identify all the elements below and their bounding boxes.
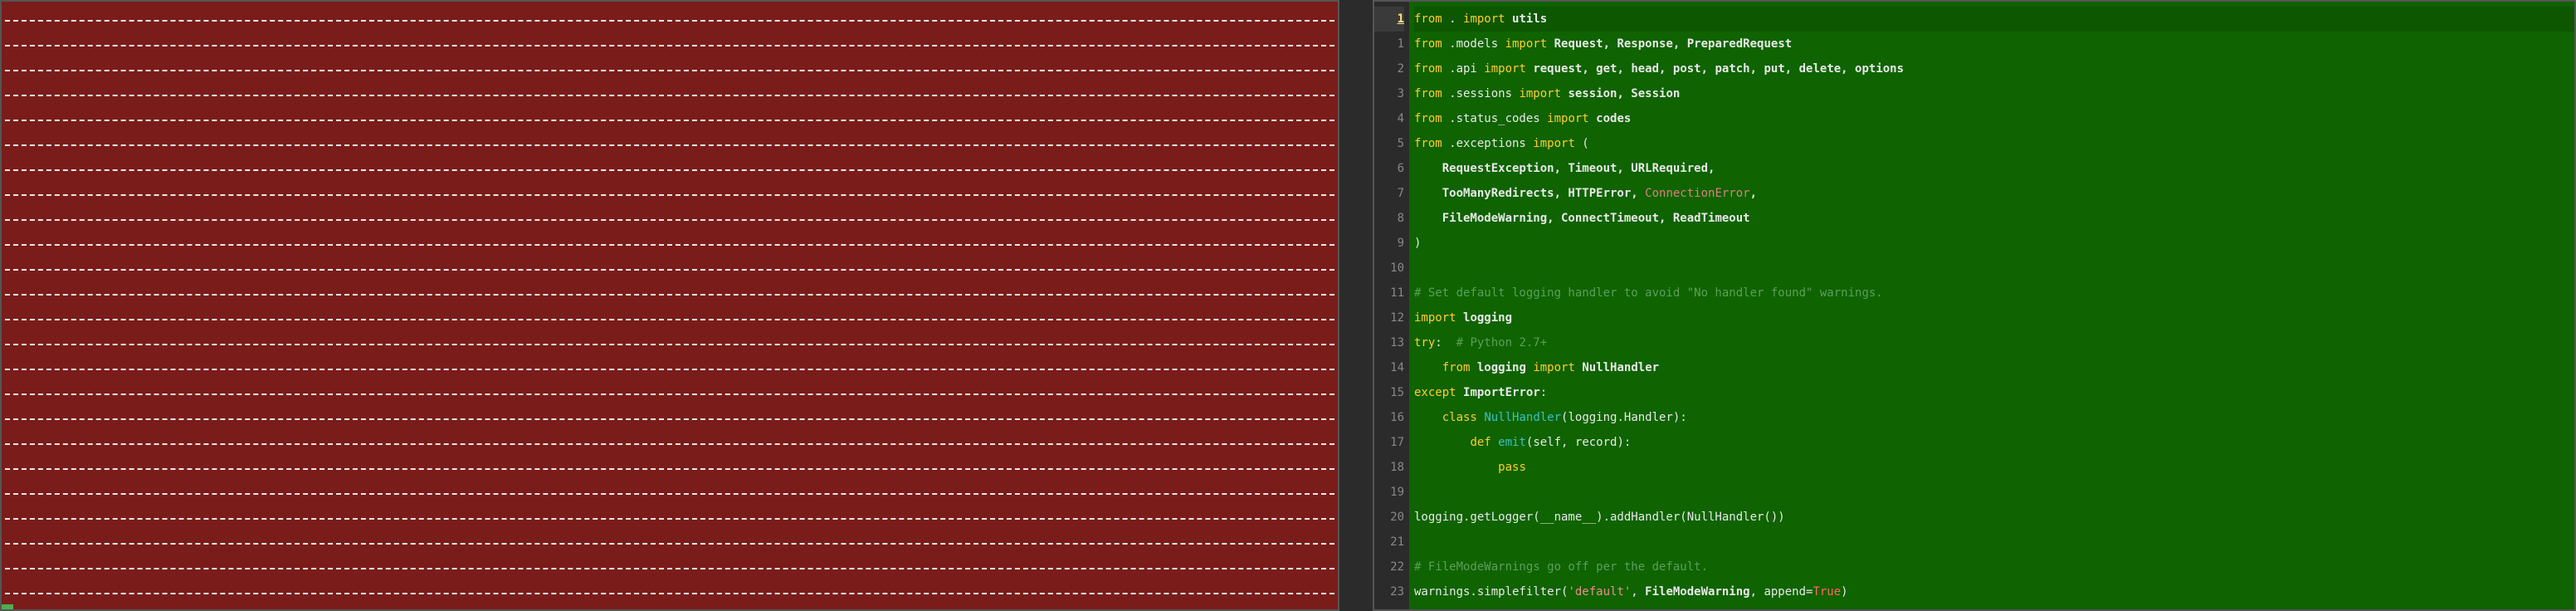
code-line[interactable]: class NullHandler(logging.Handler): — [1414, 405, 2574, 430]
line-number: 7 — [1374, 181, 1404, 206]
line-number: 17 — [1374, 430, 1404, 455]
line-number: 22 — [1374, 555, 1404, 579]
code-line[interactable] — [1414, 480, 2574, 505]
line-number: 2 — [1374, 56, 1404, 81]
code-line[interactable]: pass — [1414, 455, 2574, 480]
line-number: 23 — [1374, 579, 1404, 604]
line-number: 11 — [1374, 281, 1404, 306]
code-line[interactable]: TooManyRedirects, HTTPError, ConnectionE… — [1414, 181, 2574, 206]
line-number: 1 — [1374, 7, 1404, 32]
dashed-placeholder-row — [2, 232, 1338, 257]
line-number: 5 — [1374, 131, 1404, 156]
code-line[interactable]: from .status_codes import codes — [1414, 106, 2574, 131]
line-number: 21 — [1374, 530, 1404, 555]
dashed-placeholder-row — [2, 183, 1338, 208]
dashed-placeholder-row — [2, 382, 1338, 407]
code-line[interactable]: from .api import request, get, head, pos… — [1414, 56, 2574, 81]
dashed-placeholder-row — [2, 257, 1338, 282]
line-number: 6 — [1374, 156, 1404, 181]
code-line[interactable]: # FileModeWarnings go off per the defaul… — [1414, 555, 2574, 579]
dashed-placeholder-row — [2, 481, 1338, 506]
line-number: 14 — [1374, 355, 1404, 380]
dashed-placeholder-row — [2, 407, 1338, 432]
line-number: 19 — [1374, 480, 1404, 505]
left-cursor-indicator — [2, 604, 13, 609]
line-number: 3 — [1374, 81, 1404, 106]
line-number: 9 — [1374, 231, 1404, 256]
code-line[interactable]: # Set default logging handler to avoid "… — [1414, 281, 2574, 306]
code-line[interactable]: logging.getLogger(__name__).addHandler(N… — [1414, 505, 2574, 530]
dashed-placeholder-row — [2, 208, 1338, 232]
line-number: 16 — [1374, 405, 1404, 430]
line-number: 8 — [1374, 206, 1404, 231]
dashed-placeholder-row — [2, 357, 1338, 382]
line-number: 10 — [1374, 256, 1404, 281]
code-line[interactable]: try: # Python 2.7+ — [1414, 330, 2574, 355]
dashed-placeholder-row — [2, 158, 1338, 183]
code-line[interactable]: except ImportError: — [1414, 380, 2574, 405]
dashed-placeholder-row — [2, 8, 1338, 33]
dashed-placeholder-row — [2, 83, 1338, 108]
code-line[interactable]: FileModeWarning, ConnectTimeout, ReadTim… — [1414, 206, 2574, 231]
line-number: 1 — [1374, 32, 1404, 56]
line-number: 12 — [1374, 306, 1404, 330]
code-line[interactable]: RequestException, Timeout, URLRequired, — [1414, 156, 2574, 181]
code-line[interactable]: ) — [1414, 231, 2574, 256]
line-number-gutter: 11234567891011121314151617181920212223 — [1374, 2, 1409, 609]
code-line[interactable]: from .sessions import session, Session — [1414, 81, 2574, 106]
code-line[interactable]: from logging import NullHandler — [1414, 355, 2574, 380]
code-line[interactable]: def emit(self, record): — [1414, 430, 2574, 455]
pane-divider[interactable] — [1339, 0, 1373, 611]
dashed-placeholder-row — [2, 282, 1338, 307]
line-number: 18 — [1374, 455, 1404, 480]
dashed-placeholder-row — [2, 133, 1338, 158]
dashed-placeholder-row — [2, 457, 1338, 481]
dashed-placeholder-row — [2, 531, 1338, 556]
code-area[interactable]: from . import utilsfrom .models import R… — [1409, 2, 2574, 609]
dashed-placeholder-row — [2, 332, 1338, 357]
dashed-placeholder-row — [2, 108, 1338, 133]
right-pane[interactable]: 11234567891011121314151617181920212223 f… — [1373, 0, 2576, 611]
line-number: 15 — [1374, 380, 1404, 405]
dashed-placeholder-row — [2, 581, 1338, 606]
code-line[interactable]: import logging — [1414, 306, 2574, 330]
line-number: 20 — [1374, 505, 1404, 530]
code-line[interactable]: from .exceptions import ( — [1414, 131, 2574, 156]
line-number: 13 — [1374, 330, 1404, 355]
dashed-placeholder-row — [2, 307, 1338, 332]
dashed-placeholder-row — [2, 506, 1338, 531]
code-line[interactable]: warnings.simplefilter('default', FileMod… — [1414, 579, 2574, 604]
left-dashed-rows — [2, 2, 1338, 609]
code-line[interactable]: from .models import Request, Response, P… — [1414, 32, 2574, 56]
code-line[interactable] — [1414, 256, 2574, 281]
diff-split-view: 11234567891011121314151617181920212223 f… — [0, 0, 2576, 611]
dashed-placeholder-row — [2, 432, 1338, 457]
dashed-placeholder-row — [2, 556, 1338, 581]
line-number: 4 — [1374, 106, 1404, 131]
dashed-placeholder-row — [2, 33, 1338, 58]
dashed-placeholder-row — [2, 58, 1338, 83]
code-line[interactable]: from . import utils — [1414, 7, 2574, 32]
left-pane[interactable] — [0, 0, 1339, 611]
code-line[interactable] — [1414, 530, 2574, 555]
